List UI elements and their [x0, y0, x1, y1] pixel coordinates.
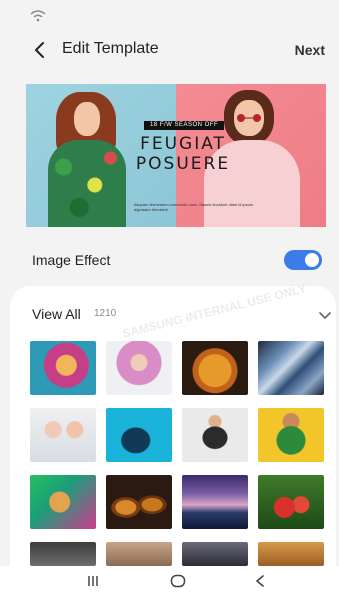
gallery-thumbnail[interactable]	[182, 341, 248, 395]
gallery-thumbnail[interactable]	[30, 341, 96, 395]
wifi-icon	[30, 10, 46, 22]
gallery-thumbnail[interactable]	[106, 408, 172, 462]
gallery-thumbnail[interactable]	[258, 408, 324, 462]
gallery-thumbnail[interactable]	[258, 475, 324, 529]
sunglasses-image	[237, 114, 261, 122]
template-preview-banner[interactable]: 18 F/W SEASON OFF FEUGIAT POSUERE Aliqua…	[26, 84, 326, 227]
gallery-thumbnail[interactable]	[30, 542, 96, 566]
recent-apps-icon[interactable]	[86, 574, 100, 588]
image-effect-label: Image Effect	[32, 252, 111, 268]
image-effect-row: Image Effect	[0, 240, 339, 282]
left-model-face	[74, 102, 100, 136]
image-gallery-sheet: SAMSUNG INTERNAL USE ONLY View All 1210	[10, 281, 336, 570]
gallery-thumbnail[interactable]	[106, 341, 172, 395]
gallery-thumbnail[interactable]	[30, 408, 96, 462]
gallery-thumbnail[interactable]	[30, 475, 96, 529]
banner-subtext: Aliquam fermentum commodo nunc. Mauris t…	[134, 202, 254, 212]
headline-line-2: POSUERE	[135, 154, 231, 174]
gallery-thumbnail[interactable]	[258, 341, 324, 395]
system-nav-bar	[0, 566, 339, 596]
gallery-thumbnail[interactable]	[106, 475, 172, 529]
image-effect-toggle[interactable]	[284, 250, 322, 270]
home-icon[interactable]	[170, 574, 186, 588]
back-arrow-icon[interactable]	[28, 38, 52, 62]
next-button[interactable]: Next	[295, 42, 325, 58]
gallery-thumbnail[interactable]	[106, 542, 172, 566]
toggle-knob	[305, 253, 319, 267]
gallery-thumbnail[interactable]	[182, 408, 248, 462]
gallery-thumbnail[interactable]	[258, 542, 324, 566]
view-all-dropdown[interactable]: View All 1210	[32, 306, 331, 330]
left-model-dress	[48, 140, 126, 227]
view-all-label: View All	[32, 306, 81, 322]
gallery-thumbnail[interactable]	[182, 475, 248, 529]
gallery-thumbnail[interactable]	[182, 542, 248, 566]
page-title: Edit Template	[62, 40, 159, 57]
season-tag: 18 F/W SEASON OFF	[144, 121, 225, 130]
chevron-down-icon	[319, 312, 331, 319]
nav-back-icon[interactable]	[254, 574, 266, 588]
status-bar	[0, 0, 339, 28]
app-header: Edit Template Next	[0, 30, 339, 72]
banner-headline: FEUGIAT POSUERE	[128, 134, 238, 174]
headline-line-1: FEUGIAT	[140, 134, 226, 154]
image-count: 1210	[94, 308, 117, 319]
